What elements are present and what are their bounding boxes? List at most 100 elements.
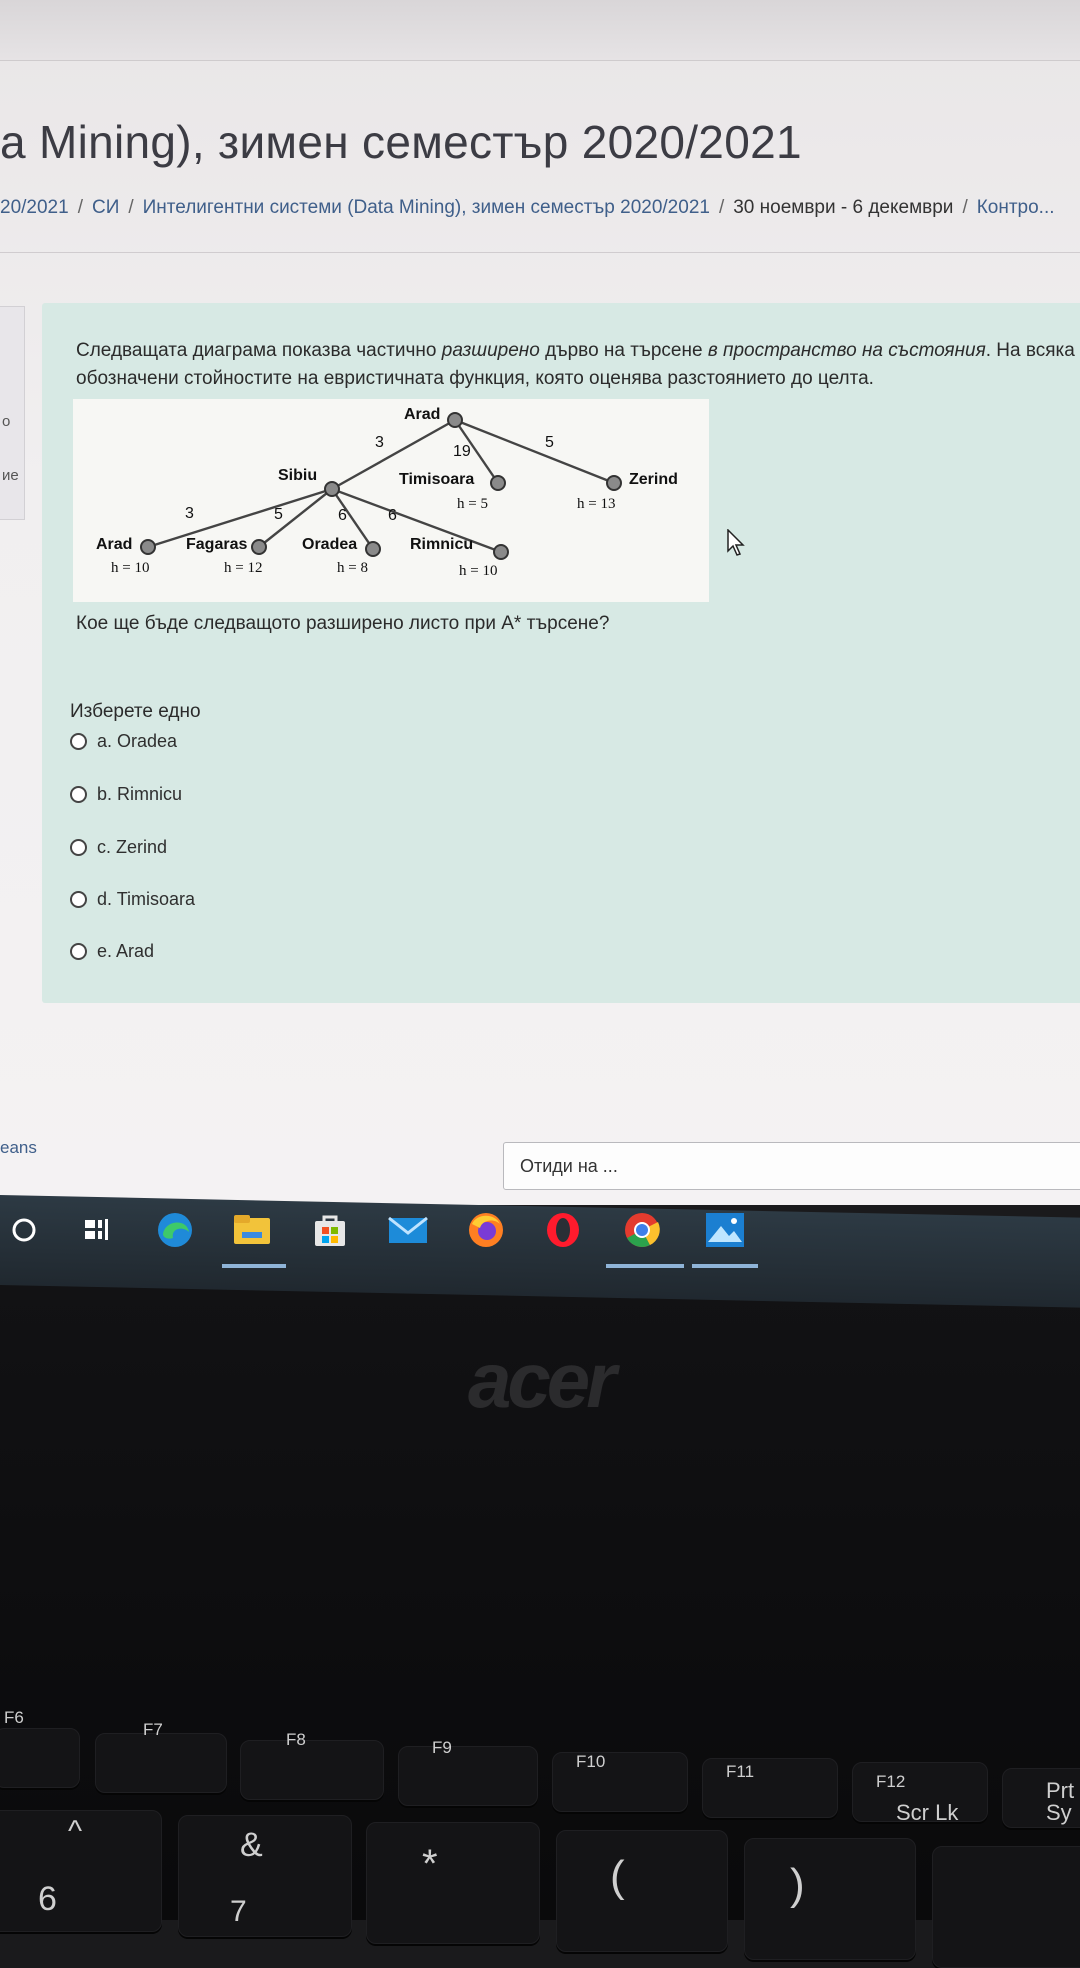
browser-top-bar: [0, 0, 1080, 61]
edge-root-zerind: [454, 418, 615, 485]
chrome-icon[interactable]: [622, 1210, 662, 1250]
question-prompt: Кое ще бъде следващото разширено листо п…: [76, 613, 610, 634]
radio-button[interactable]: [70, 785, 87, 803]
cost-root-zerind: 5: [545, 434, 554, 451]
option-label[interactable]: d. Timisoara: [97, 889, 195, 910]
breadcrumb-item-week[interactable]: 30 ноември - 6 декември: [733, 197, 953, 218]
key-f10[interactable]: [552, 1752, 688, 1812]
file-explorer-active-indicator: [222, 1264, 286, 1268]
key-9[interactable]: [556, 1830, 728, 1952]
label-arad-leaf: Arad: [96, 536, 132, 553]
label-fagaras: Fagaras: [186, 536, 247, 553]
key-f8-label: F8: [286, 1730, 306, 1749]
breadcrumb: 20/2021 / СИ / Интелигентни системи (Data Mi…: [0, 197, 1055, 219]
mouse-cursor-icon: [727, 529, 745, 556]
option-e[interactable]: e. Arad: [70, 938, 154, 964]
cost-sibiu-arad: 3: [185, 505, 194, 522]
key-7-top-label: &: [240, 1826, 263, 1864]
key-f12-label: F12: [876, 1772, 906, 1791]
label-rimnicu: Rimnicu: [410, 536, 473, 553]
label-oradea: Oradea: [302, 536, 357, 553]
quiz-navigation-panel[interactable]: о ие: [0, 306, 25, 520]
label-zerind: Zerind: [629, 471, 678, 488]
search-tree-diagram: Arad Sibiu Timisoara Zerind Arad Fagaras…: [73, 399, 709, 602]
key-f9-label: F9: [432, 1738, 452, 1757]
label-timisoara: Timisoara: [399, 471, 474, 488]
cost-root-timisoara: 19: [453, 443, 471, 460]
photos-app-icon[interactable]: [705, 1210, 745, 1250]
intro-emphasis: в пространство на състояния: [707, 340, 986, 361]
cost-root-sibiu: 3: [375, 434, 384, 451]
breadcrumb-separator: /: [128, 197, 134, 218]
node-arad-leaf: [140, 539, 156, 555]
choose-one-label: Изберете едно: [70, 701, 201, 722]
sidebar-item-2[interactable]: ие: [2, 467, 19, 484]
question-intro: Следващата диаграма показва частично раз…: [76, 337, 1076, 393]
file-explorer-icon[interactable]: [232, 1210, 272, 1250]
breadcrumb-item-year[interactable]: 20/2021: [0, 197, 69, 218]
option-label[interactable]: b. Rimnicu: [97, 784, 182, 805]
key-8[interactable]: [366, 1822, 540, 1944]
option-a[interactable]: a. Oradea: [70, 728, 177, 754]
photos-active-indicator: [692, 1264, 758, 1268]
cortana-circle-icon[interactable]: [4, 1210, 44, 1250]
heuristic-oradea: h = 8: [337, 560, 368, 576]
node-rimnicu: [493, 544, 509, 560]
intro-emphasis: разширено: [441, 340, 540, 361]
key-9-top-label: (: [610, 1852, 625, 1901]
label-sibiu: Sibiu: [278, 467, 317, 484]
key-7-label: 7: [230, 1895, 247, 1928]
key-f7[interactable]: [95, 1733, 227, 1793]
option-label[interactable]: e. Arad: [97, 941, 154, 962]
jump-to-select[interactable]: Отиди на ...: [503, 1142, 1080, 1190]
breadcrumb-item-si[interactable]: СИ: [92, 197, 119, 218]
key-minus[interactable]: [932, 1846, 1080, 1968]
heuristic-zerind: h = 13: [577, 496, 615, 512]
jump-to-placeholder: Отиди на ...: [520, 1156, 618, 1176]
microsoft-store-icon[interactable]: [310, 1210, 350, 1250]
breadcrumb-separator: /: [77, 197, 83, 218]
key-prtsc-label: Prt Sy: [1046, 1778, 1075, 1825]
node-oradea: [365, 541, 381, 557]
browser-page: a Mining), зимен семестър 2020/2021 20/2…: [0, 0, 1080, 1205]
key-f8[interactable]: [240, 1740, 384, 1800]
chrome-active-indicator: [606, 1264, 684, 1268]
breadcrumb-item-quiz[interactable]: Контро...: [977, 197, 1055, 218]
intro-text-line2: обозначени стойностите на евристичната ф…: [76, 368, 874, 389]
opera-icon[interactable]: [543, 1210, 583, 1250]
breadcrumb-item-course[interactable]: Интелигентни системи (Data Mining), зиме…: [143, 197, 710, 218]
option-label[interactable]: c. Zerind: [97, 837, 167, 858]
footer-link[interactable]: eans: [0, 1138, 37, 1158]
key-f10-label: F10: [576, 1752, 606, 1771]
breadcrumb-separator: /: [718, 197, 725, 218]
radio-button[interactable]: [70, 890, 87, 908]
option-b[interactable]: b. Rimnicu: [70, 781, 182, 807]
option-label[interactable]: a. Oradea: [97, 731, 177, 752]
radio-button[interactable]: [70, 942, 87, 960]
node-fagaras: [251, 539, 267, 555]
acer-logo: acer: [468, 1336, 616, 1424]
task-view-icon[interactable]: [78, 1210, 118, 1250]
key-6-label: 6: [38, 1880, 57, 1918]
key-scrlk-label: Scr Lk: [896, 1800, 959, 1825]
breadcrumb-separator: /: [962, 197, 968, 218]
edge-browser-icon[interactable]: [155, 1210, 195, 1250]
option-c[interactable]: c. Zerind: [70, 834, 167, 860]
option-d[interactable]: d. Timisoara: [70, 886, 195, 912]
label-root-arad: Arad: [404, 406, 440, 423]
mail-icon[interactable]: [388, 1210, 428, 1250]
cost-sibiu-fagaras: 5: [274, 506, 283, 523]
key-f11[interactable]: [702, 1758, 838, 1818]
key-0[interactable]: [744, 1838, 916, 1960]
intro-text: дърво на търсене: [539, 340, 708, 361]
radio-button[interactable]: [70, 838, 87, 856]
firefox-icon[interactable]: [466, 1210, 506, 1250]
key-7[interactable]: [178, 1815, 352, 1937]
key-f9[interactable]: [398, 1746, 538, 1806]
radio-button[interactable]: [70, 732, 87, 750]
sidebar-item-1[interactable]: о: [2, 413, 10, 430]
heuristic-arad: h = 10: [111, 560, 149, 576]
key-f6[interactable]: [0, 1728, 80, 1788]
key-f11-label: F11: [726, 1762, 755, 1781]
key-8-top-label: *: [422, 1842, 438, 1886]
